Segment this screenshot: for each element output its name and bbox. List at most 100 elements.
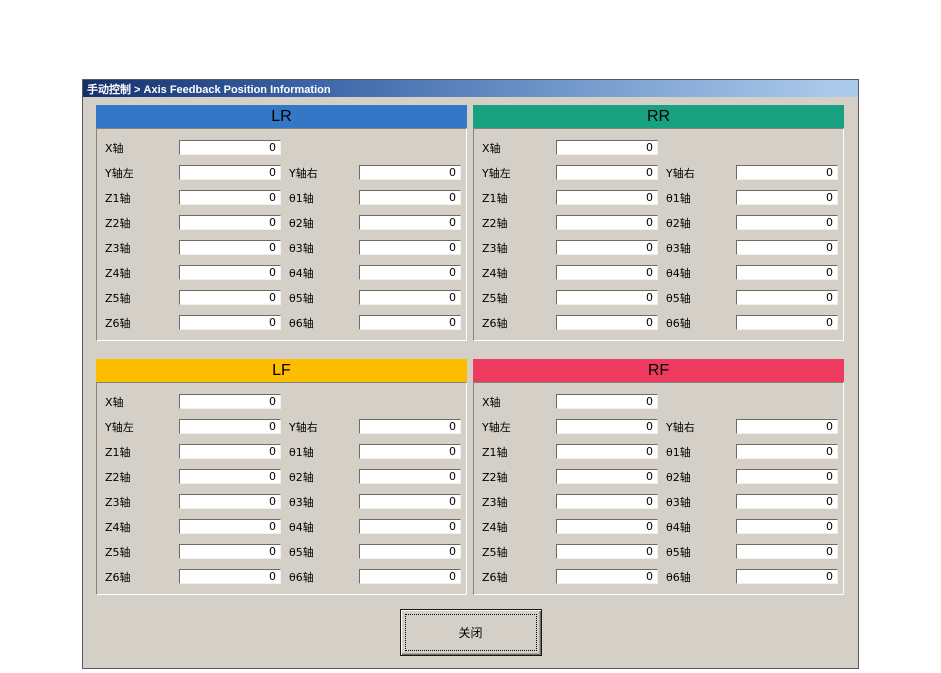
axis-label-right: Y轴右 <box>289 420 318 434</box>
axis-value-field-left[interactable] <box>556 265 658 280</box>
axis-label-right: θ5轴 <box>289 291 314 305</box>
axis-label-left: Z3轴 <box>105 495 131 509</box>
axis-value-field-right[interactable] <box>736 494 838 509</box>
axis-label-right: Y轴右 <box>289 166 318 180</box>
axis-value-field-right[interactable] <box>736 315 838 330</box>
axis-value-field-left[interactable] <box>556 290 658 305</box>
axis-label-right: θ1轴 <box>666 445 691 459</box>
axis-value-field-left[interactable] <box>179 419 281 434</box>
axis-row: Z6轴 θ6轴 <box>474 564 843 589</box>
axis-value-field-right[interactable] <box>359 469 461 484</box>
axis-label-right: θ2轴 <box>666 470 691 484</box>
axis-row: Z3轴 θ3轴 <box>97 235 466 260</box>
axis-row: Z6轴 θ6轴 <box>97 564 466 589</box>
axis-label-right: θ2轴 <box>289 470 314 484</box>
axis-value-field-left[interactable] <box>179 165 281 180</box>
axis-value-field-left[interactable] <box>556 140 658 155</box>
axis-value-field-right[interactable] <box>736 165 838 180</box>
panel-header-lf: LF <box>96 359 467 382</box>
axis-value-field-right[interactable] <box>736 544 838 559</box>
axis-value-field-left[interactable] <box>556 444 658 459</box>
axis-value-field-right[interactable] <box>359 315 461 330</box>
axis-value-field-left[interactable] <box>556 544 658 559</box>
axis-value-field-left[interactable] <box>556 240 658 255</box>
axis-value-field-left[interactable] <box>179 265 281 280</box>
axis-value-field-right[interactable] <box>359 494 461 509</box>
axis-value-field-right[interactable] <box>359 240 461 255</box>
axis-label-right: θ5轴 <box>666 545 691 559</box>
axis-value-field-right[interactable] <box>359 444 461 459</box>
axis-value-field-left[interactable] <box>556 419 658 434</box>
axis-value-field-left[interactable] <box>179 469 281 484</box>
axis-value-field-right[interactable] <box>736 519 838 534</box>
axis-value-field-right[interactable] <box>359 519 461 534</box>
axis-row: Z3轴 θ3轴 <box>97 489 466 514</box>
axis-value-field-right[interactable] <box>736 469 838 484</box>
axis-value-field-left[interactable] <box>556 519 658 534</box>
axis-value-field-right[interactable] <box>359 419 461 434</box>
axis-value-field-left[interactable] <box>556 190 658 205</box>
axis-label-left: Z3轴 <box>105 241 131 255</box>
axis-value-field-left[interactable] <box>556 394 658 409</box>
axis-label-left: Z4轴 <box>105 520 131 534</box>
axis-value-field-right[interactable] <box>359 290 461 305</box>
axis-value-field-right[interactable] <box>736 419 838 434</box>
axis-label-right: θ5轴 <box>289 545 314 559</box>
axis-label-left: Z6轴 <box>482 570 508 584</box>
axis-value-field-right[interactable] <box>736 444 838 459</box>
axis-value-field-right[interactable] <box>359 544 461 559</box>
axis-value-field-left[interactable] <box>179 215 281 230</box>
axis-value-field-left[interactable] <box>556 569 658 584</box>
panel-body-rr: X轴 Y轴左 Y轴右 Z1轴 θ1轴 Z2轴 θ2轴 Z3轴 θ3轴 Z4轴 θ4轴 Z5轴 θ5轴 Z6… <box>473 128 844 341</box>
axis-label-right: θ4轴 <box>666 266 691 280</box>
axis-value-field-left[interactable] <box>556 469 658 484</box>
axis-value-field-left[interactable] <box>556 315 658 330</box>
axis-value-field-left[interactable] <box>179 519 281 534</box>
axis-label-right: θ3轴 <box>666 241 691 255</box>
axis-label-left: Z1轴 <box>482 445 508 459</box>
axis-value-field-left[interactable] <box>179 240 281 255</box>
axis-label-left: Z4轴 <box>105 266 131 280</box>
axis-value-field-right[interactable] <box>359 190 461 205</box>
axis-row: Z5轴 θ5轴 <box>474 539 843 564</box>
axis-value-field-right[interactable] <box>359 215 461 230</box>
title-bar: 手动控制 > Axis Feedback Position Informatio… <box>83 80 858 97</box>
axis-label-left: Z1轴 <box>105 191 131 205</box>
axis-label-left: Y轴左 <box>482 420 511 434</box>
axis-value-field-left[interactable] <box>179 315 281 330</box>
axis-value-field-right[interactable] <box>359 165 461 180</box>
axis-value-field-right[interactable] <box>736 569 838 584</box>
panel-lr: LR X轴 Y轴左 Y轴右 Z1轴 θ1轴 Z2轴 θ2轴 Z3轴 θ3轴 Z4轴 θ4轴 Z5轴 θ5… <box>96 105 467 341</box>
axis-value-field-left[interactable] <box>556 494 658 509</box>
axis-value-field-right[interactable] <box>736 240 838 255</box>
axis-value-field-right[interactable] <box>359 569 461 584</box>
axis-row: X轴 <box>97 389 466 414</box>
axis-value-field-left[interactable] <box>556 165 658 180</box>
panel-body-lf: X轴 Y轴左 Y轴右 Z1轴 θ1轴 Z2轴 θ2轴 Z3轴 θ3轴 Z4轴 θ4轴 Z5轴 θ5轴 Z6… <box>96 382 467 595</box>
axis-row: Z5轴 θ5轴 <box>97 285 466 310</box>
axis-label-right: θ1轴 <box>289 191 314 205</box>
axis-value-field-right[interactable] <box>736 190 838 205</box>
axis-value-field-left[interactable] <box>179 190 281 205</box>
axis-value-field-left[interactable] <box>179 140 281 155</box>
axis-row: Z4轴 θ4轴 <box>97 514 466 539</box>
axis-value-field-right[interactable] <box>736 265 838 280</box>
axis-value-field-left[interactable] <box>179 444 281 459</box>
axis-label-left: X轴 <box>482 395 501 409</box>
axis-label-left: X轴 <box>482 141 501 155</box>
axis-value-field-right[interactable] <box>736 215 838 230</box>
axis-value-field-left[interactable] <box>179 544 281 559</box>
close-button[interactable]: 关闭 <box>399 609 542 656</box>
axis-value-field-left[interactable] <box>179 494 281 509</box>
panel-grid: LR X轴 Y轴左 Y轴右 Z1轴 θ1轴 Z2轴 θ2轴 Z3轴 θ3轴 Z4轴 θ4轴 Z5轴 θ5… <box>96 105 844 595</box>
axis-value-field-right[interactable] <box>359 265 461 280</box>
axis-label-left: Z1轴 <box>482 191 508 205</box>
axis-row: Z4轴 θ4轴 <box>474 514 843 539</box>
axis-value-field-left[interactable] <box>179 394 281 409</box>
axis-value-field-right[interactable] <box>736 290 838 305</box>
axis-value-field-left[interactable] <box>556 215 658 230</box>
axis-label-right: Y轴右 <box>666 166 695 180</box>
axis-value-field-left[interactable] <box>179 290 281 305</box>
axis-value-field-left[interactable] <box>179 569 281 584</box>
axis-label-left: Z4轴 <box>482 266 508 280</box>
